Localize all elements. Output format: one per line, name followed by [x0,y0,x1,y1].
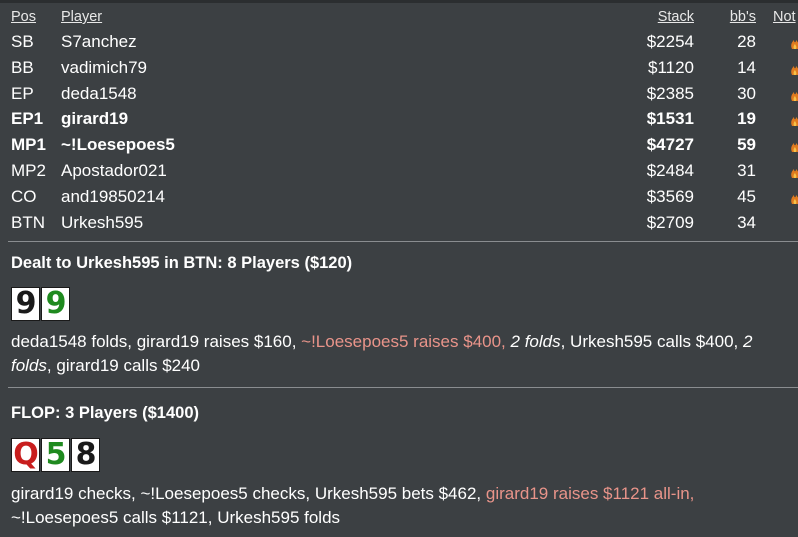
player-row[interactable]: EP1 girard19 $1531 19 [0,106,798,132]
playing-card: 9 [41,287,70,321]
player-row[interactable]: SB S7anchez $2254 28 [0,29,798,55]
note-flame-icon[interactable] [790,189,798,205]
player-pos: EP1 [11,109,44,129]
header-player[interactable]: Player [61,9,102,25]
playing-card: 5 [41,438,70,472]
player-bbs: 28 [737,32,756,51]
player-pos: BTN [11,212,45,232]
player-row[interactable]: MP2 Apostador021 $2484 31 [0,158,798,184]
player-bbs: 34 [737,212,756,232]
hole-cards: 99 [11,287,70,321]
player-row[interactable]: EP deda1548 $2385 30 [0,81,798,107]
player-pos: MP1 [11,135,46,155]
action-text: ~!Loesepoes5 raises $400, [301,332,511,351]
flop-title: FLOP: 3 Players ($1400) [11,404,200,422]
note-flame-icon[interactable] [790,34,798,50]
player-row[interactable]: MP1 ~!Loesepoes5 $4727 59 [0,132,798,158]
note-flame-icon[interactable] [790,86,798,102]
top-border [0,0,798,3]
preflop-actions: deda1548 folds, girard19 raises $160, ~!… [11,330,796,378]
note-flame-icon[interactable] [790,111,798,127]
player-pos: CO [11,186,37,206]
player-stack: $1120 [647,57,694,77]
table-header: Pos Player Stack bb's Not [0,9,798,29]
action-text: girard19 checks, ~!Loesepoes5 checks, Ur… [11,484,486,503]
players-table: SB S7anchez $2254 28 BB vadimich79 $1120… [0,29,798,235]
player-stack: $2254 [646,32,694,51]
player-bbs: 14 [737,57,756,77]
player-row[interactable]: BTN Urkesh595 $2709 34 [0,210,798,236]
player-name: Urkesh595 [61,212,144,232]
player-pos: SB [11,32,34,51]
action-text: girard19 raises $1121 all-in, [485,484,695,503]
player-bbs: 59 [737,135,756,155]
header-pos[interactable]: Pos [11,9,36,25]
preflop-title: Dealt to Urkesh595 in BTN: 8 Players ($1… [11,254,353,272]
player-row[interactable]: BB vadimich79 $1120 14 [0,55,798,81]
player-name: Apostador021 [61,160,167,180]
player-name: ~!Loesepoes5 [61,135,175,155]
note-flame-icon[interactable] [790,163,798,179]
player-name: and19850214 [61,186,166,206]
playing-card: 8 [71,438,100,472]
player-stack: $2484 [646,160,694,180]
flop-actions: girard19 checks, ~!Loesepoes5 checks, Ur… [11,482,796,530]
player-bbs: 45 [737,186,756,206]
note-flame-icon[interactable] [790,137,798,153]
player-bbs: 31 [737,160,756,180]
playing-card: 9 [11,287,40,321]
player-stack: $3569 [646,186,694,206]
playing-card: Q [11,438,40,472]
player-pos: MP2 [11,160,46,180]
player-name: S7anchez [61,32,137,51]
action-text: , girard19 calls $240 [46,356,201,375]
player-name: deda1548 [61,83,137,103]
header-bbs[interactable]: bb's [730,9,756,25]
flop-cards: Q58 [11,438,100,472]
action-text: , Urkesh595 calls $400, [560,332,743,351]
player-stack: $2385 [646,83,694,103]
action-text: ~!Loesepoes5 calls $1121, Urkesh595 fold… [11,508,341,527]
note-flame-icon[interactable] [790,60,798,76]
player-pos: BB [11,57,34,77]
header-stack[interactable]: Stack [658,9,694,25]
player-stack: $2709 [646,212,694,232]
player-name: vadimich79 [61,57,147,77]
action-text: 2 folds [510,332,561,351]
player-row[interactable]: CO and19850214 $3569 45 [0,184,798,210]
action-text: deda1548 folds, girard19 raises $160, [11,332,302,351]
section-divider [8,387,798,388]
player-pos: EP [11,83,34,103]
player-bbs: 19 [737,109,756,129]
player-bbs: 30 [737,83,756,103]
header-notes[interactable]: Not [773,9,796,25]
player-stack: $1531 [646,109,694,129]
player-stack: $4727 [646,135,694,155]
player-name: girard19 [61,109,129,129]
section-divider [8,241,798,242]
